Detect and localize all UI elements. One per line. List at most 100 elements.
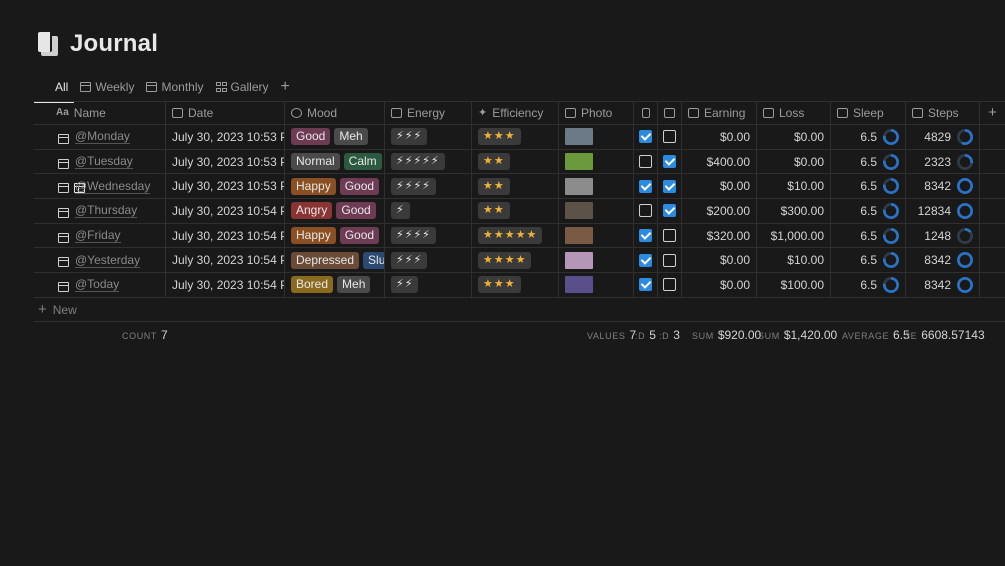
checkbox-cell[interactable] bbox=[658, 199, 682, 223]
checkbox[interactable] bbox=[639, 253, 652, 267]
steps-cell[interactable]: 1248 bbox=[906, 223, 980, 248]
checkbox[interactable] bbox=[663, 204, 676, 218]
earning-cell[interactable]: $0.00 bbox=[682, 174, 757, 199]
page-mention[interactable]: @Today bbox=[58, 277, 120, 293]
date-cell[interactable]: July 30, 2023 10:54 PM bbox=[166, 223, 285, 248]
table-row[interactable]: @Thursday July 30, 2023 10:54 PM AngryGo… bbox=[34, 199, 1005, 224]
column-header-name[interactable]: Aa Name bbox=[34, 101, 166, 124]
mood-cell[interactable]: Happy Good bbox=[285, 174, 385, 199]
checkbox[interactable] bbox=[639, 155, 652, 169]
mention-text[interactable]: @Friday bbox=[75, 228, 121, 244]
checkbox-cell[interactable] bbox=[634, 125, 658, 149]
mood-cell[interactable]: Angry Good bbox=[285, 199, 385, 223]
photo-cell[interactable] bbox=[559, 273, 634, 297]
sleep-cell[interactable]: 6.5 bbox=[831, 248, 906, 273]
tab-all[interactable]: All bbox=[34, 72, 85, 193]
loss-cell[interactable]: $0.00 bbox=[757, 125, 831, 149]
column-header-energy[interactable]: Energy bbox=[385, 101, 472, 124]
sleep-cell[interactable]: 6.5 bbox=[831, 149, 906, 174]
sleep-average[interactable]: AVERAGE 6.5 bbox=[842, 328, 910, 342]
energy-cell[interactable]: ⚡⚡⚡⚡ bbox=[385, 223, 472, 248]
photo-thumbnail[interactable] bbox=[565, 251, 593, 269]
table-row[interactable]: @Yesterday July 30, 2023 10:54 PM Depres… bbox=[34, 248, 1005, 274]
name-cell[interactable]: @Yesterday bbox=[34, 248, 166, 273]
name-cell[interactable]: @Today bbox=[34, 273, 166, 297]
checkbox-cell[interactable] bbox=[658, 273, 682, 297]
mention-text[interactable]: @Tuesday bbox=[75, 154, 133, 170]
checkbox[interactable] bbox=[663, 278, 676, 292]
loss-cell[interactable]: $300.00 bbox=[757, 199, 831, 223]
date-cell[interactable]: July 30, 2023 10:53 PM bbox=[166, 174, 285, 199]
earning-cell[interactable]: $0.00 bbox=[682, 125, 757, 149]
steps-cell[interactable]: 8342 bbox=[906, 174, 980, 199]
steps-cell[interactable]: 8342 bbox=[906, 273, 980, 297]
table-row[interactable]: @Tuesday July 30, 2023 10:53 PM NormalCa… bbox=[34, 149, 1005, 175]
sleep-cell[interactable]: 6.5 bbox=[831, 125, 906, 149]
mood-cell[interactable]: DepressedSluggish bbox=[285, 248, 385, 273]
sleep-cell[interactable]: 6.5 bbox=[831, 199, 906, 223]
table-row[interactable]: @Friday July 30, 2023 10:54 PM HappyGood… bbox=[34, 223, 1005, 249]
mention-text[interactable]: @Yesterday bbox=[75, 253, 141, 268]
count-calculation[interactable]: COUNT 7 bbox=[122, 328, 168, 342]
checkbox-cell[interactable] bbox=[658, 125, 682, 149]
page-mention[interactable]: @Wednesday bbox=[58, 179, 151, 194]
page-mention[interactable]: @Thursday bbox=[58, 203, 138, 219]
energy-cell[interactable]: ⚡⚡⚡⚡⚡ bbox=[385, 149, 472, 174]
mention-text[interactable]: @Thursday bbox=[75, 203, 138, 219]
add-view-button[interactable]: + bbox=[275, 78, 296, 96]
date-cell[interactable]: July 30, 2023 10:54 PM bbox=[166, 248, 285, 273]
photo-thumbnail[interactable] bbox=[565, 276, 593, 294]
efficiency-cell[interactable]: ★★ bbox=[472, 199, 559, 223]
checkbox[interactable] bbox=[663, 130, 676, 144]
page-mention[interactable]: @Tuesday bbox=[58, 154, 133, 170]
checkbox[interactable] bbox=[639, 204, 652, 218]
checkbox[interactable] bbox=[663, 229, 676, 243]
checked-calculation-1[interactable]: :D 5 bbox=[635, 328, 656, 342]
mention-text[interactable]: @Today bbox=[75, 277, 120, 293]
tab-monthly[interactable]: Monthly bbox=[140, 72, 209, 102]
checkbox[interactable] bbox=[639, 278, 652, 292]
checkbox-cell[interactable] bbox=[658, 223, 682, 248]
checkbox-cell[interactable] bbox=[634, 223, 658, 248]
checkbox-cell[interactable] bbox=[634, 174, 658, 199]
steps-cell[interactable]: 2323 bbox=[906, 149, 980, 174]
column-header-checkbox-2[interactable] bbox=[658, 101, 682, 124]
energy-cell[interactable]: ⚡ bbox=[385, 199, 472, 223]
photo-cell[interactable] bbox=[559, 248, 634, 273]
page-mention[interactable]: @Monday bbox=[58, 129, 130, 145]
checkbox[interactable] bbox=[663, 179, 676, 193]
date-cell[interactable]: July 30, 2023 10:54 PM bbox=[166, 199, 285, 223]
mention-text[interactable]: @Wednesday bbox=[75, 179, 151, 194]
loss-cell[interactable]: $1,000.00 bbox=[757, 223, 831, 248]
table-row[interactable]: @Today July 30, 2023 10:54 PM BoredMeh ⚡… bbox=[34, 273, 1005, 298]
efficiency-cell[interactable]: ★★ bbox=[472, 174, 559, 199]
mood-cell[interactable]: Happy Good bbox=[285, 223, 385, 248]
column-header-steps[interactable]: Steps bbox=[906, 101, 980, 124]
earning-cell[interactable]: $0.00 bbox=[682, 273, 757, 297]
column-header-loss[interactable]: Loss bbox=[757, 101, 831, 124]
name-cell[interactable]: @Monday bbox=[34, 125, 166, 149]
checkbox-cell[interactable] bbox=[634, 199, 658, 223]
photo-thumbnail[interactable] bbox=[565, 128, 593, 146]
earning-cell[interactable]: $0.00 bbox=[682, 248, 757, 273]
page-title[interactable]: Journal bbox=[70, 30, 158, 58]
photo-thumbnail[interactable] bbox=[565, 202, 593, 220]
checkbox-cell[interactable] bbox=[634, 273, 658, 297]
efficiency-cell[interactable]: ★★ bbox=[472, 149, 559, 174]
checkbox-cell[interactable] bbox=[634, 149, 658, 174]
add-column-button[interactable]: + bbox=[980, 101, 1005, 124]
tab-gallery[interactable]: Gallery bbox=[210, 72, 275, 102]
sleep-cell[interactable]: 6.5 bbox=[831, 273, 906, 297]
checkbox-cell[interactable] bbox=[634, 248, 658, 273]
name-cell[interactable]: @Friday bbox=[34, 223, 166, 248]
photo-thumbnail[interactable] bbox=[565, 177, 593, 195]
energy-cell[interactable]: ⚡⚡⚡⚡ bbox=[385, 174, 472, 199]
photo-thumbnail[interactable] bbox=[565, 227, 593, 245]
checkbox[interactable] bbox=[639, 130, 652, 144]
column-header-sleep[interactable]: Sleep bbox=[831, 101, 906, 124]
values-calculation[interactable]: VALUES 7 bbox=[587, 328, 636, 342]
column-header-efficiency[interactable]: ✦ Efficiency bbox=[472, 101, 559, 124]
loss-cell[interactable]: $0.00 bbox=[757, 149, 831, 174]
tab-weekly[interactable]: Weekly bbox=[74, 72, 140, 102]
steps-cell[interactable]: 4829 bbox=[906, 125, 980, 149]
